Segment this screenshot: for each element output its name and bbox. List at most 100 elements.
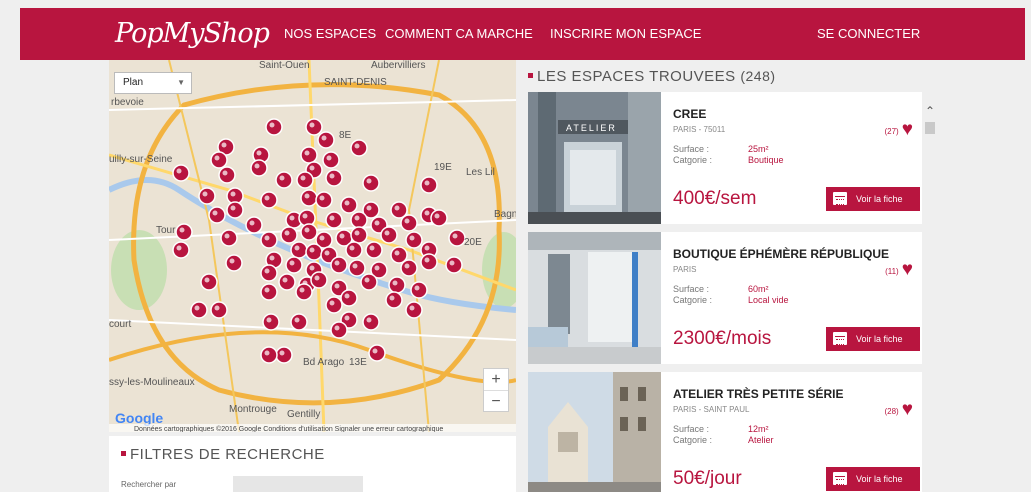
map-marker[interactable] [290, 313, 308, 331]
listing-title[interactable]: ATELIER TRÈS PETITE SÉRIE [673, 387, 843, 401]
map-marker[interactable] [365, 241, 383, 259]
map-marker[interactable] [350, 139, 368, 157]
listing-title[interactable]: CREE [673, 107, 706, 121]
map-marker[interactable] [430, 209, 448, 227]
map-marker[interactable] [300, 189, 318, 207]
zoom-in-button[interactable]: + [484, 369, 508, 390]
map-marker[interactable] [350, 211, 368, 229]
map-marker[interactable] [385, 291, 403, 309]
listing-title[interactable]: BOUTIQUE ÉPHÉMÈRE RÉPUBLIQUE [673, 247, 889, 261]
map-marker[interactable] [322, 151, 340, 169]
map-marker[interactable] [260, 346, 278, 364]
map-marker[interactable] [340, 289, 358, 307]
map-marker[interactable] [200, 273, 218, 291]
map-marker[interactable] [260, 231, 278, 249]
listing-card[interactable]: ATELIER TRÈS PETITE SÉRIE PARIS - SAINT … [528, 372, 922, 492]
listing-photo[interactable] [528, 232, 661, 364]
zoom-out-button[interactable]: − [484, 391, 508, 412]
map-marker[interactable] [218, 166, 236, 184]
heart-icon[interactable]: ♥ [902, 399, 913, 420]
map-marker[interactable] [315, 191, 333, 209]
map-marker[interactable] [325, 211, 343, 229]
map-marker[interactable] [295, 283, 313, 301]
map-marker[interactable] [285, 256, 303, 274]
map-marker[interactable] [345, 241, 363, 259]
map-marker[interactable] [280, 226, 298, 244]
listing-card[interactable]: BOUTIQUE ÉPHÉMÈRE RÉPUBLIQUE PARIS (11) ♥… [528, 232, 922, 364]
map-marker[interactable] [317, 131, 335, 149]
map-marker[interactable] [348, 259, 366, 277]
map-marker[interactable] [172, 164, 190, 182]
map-marker[interactable] [405, 301, 423, 319]
map-marker[interactable] [362, 174, 380, 192]
nav-se-connecter[interactable]: SE CONNECTER [817, 8, 920, 60]
map-marker[interactable] [250, 159, 268, 177]
map-marker[interactable] [305, 118, 323, 136]
scrollbar-thumb[interactable] [925, 122, 935, 134]
map-attribution[interactable]: Données cartographiques ©2016 Google Con… [109, 424, 516, 432]
map-marker[interactable] [290, 241, 308, 259]
map-marker[interactable] [300, 223, 318, 241]
map-marker[interactable] [410, 281, 428, 299]
scroll-up-icon[interactable]: ⌃ [923, 104, 937, 118]
map-marker[interactable] [208, 206, 226, 224]
map-marker[interactable] [325, 296, 343, 314]
nav-comment-ca-marche[interactable]: COMMENT CA MARCHE [385, 8, 533, 60]
map-marker[interactable] [388, 276, 406, 294]
map-marker[interactable] [245, 216, 263, 234]
map-marker[interactable] [260, 191, 278, 209]
listing-card[interactable]: ATELIER CREE PARIS - 75011 (27) ♥ Surface… [528, 92, 922, 224]
likes[interactable]: (11) ♥ [885, 259, 913, 283]
logo[interactable]: PopMyShop [115, 8, 270, 60]
voir-la-fiche-button[interactable]: Voir la fiche [826, 467, 920, 491]
map-marker[interactable] [275, 346, 293, 364]
map-marker[interactable] [210, 151, 228, 169]
heart-icon[interactable]: ♥ [902, 119, 913, 140]
map-marker[interactable] [420, 253, 438, 271]
search-input[interactable] [233, 476, 363, 492]
map-marker[interactable] [420, 176, 438, 194]
map-marker[interactable] [278, 273, 296, 291]
map-marker[interactable] [448, 229, 466, 247]
nav-inscrire-mon-espace[interactable]: INSCRIRE MON ESPACE [550, 8, 701, 60]
map-marker[interactable] [260, 264, 278, 282]
map-marker[interactable] [340, 196, 358, 214]
map-type-select[interactable]: Plan ▼ [114, 72, 192, 94]
map[interactable]: rbevoie uilly-sur-Seine Les Lil Bagn court ss… [109, 60, 516, 432]
nav-nos-espaces[interactable]: NOS ESPACES [284, 8, 376, 60]
voir-la-fiche-button[interactable]: Voir la fiche [826, 187, 920, 211]
heart-icon[interactable]: ♥ [902, 259, 913, 280]
map-marker[interactable] [405, 231, 423, 249]
map-marker[interactable] [305, 243, 323, 261]
map-marker[interactable] [310, 271, 328, 289]
map-marker[interactable] [362, 313, 380, 331]
map-marker[interactable] [190, 301, 208, 319]
likes[interactable]: (27) ♥ [884, 119, 913, 143]
map-marker[interactable] [445, 256, 463, 274]
map-marker[interactable] [225, 254, 243, 272]
map-marker[interactable] [330, 321, 348, 339]
map-marker[interactable] [265, 118, 283, 136]
listing-photo[interactable] [528, 372, 661, 492]
map-marker[interactable] [260, 283, 278, 301]
listing-photo[interactable]: ATELIER [528, 92, 661, 224]
map-marker[interactable] [330, 256, 348, 274]
map-marker[interactable] [198, 187, 216, 205]
likes[interactable]: (28) ♥ [884, 399, 913, 423]
map-marker[interactable] [368, 344, 386, 362]
map-marker[interactable] [325, 169, 343, 187]
map-marker[interactable] [275, 171, 293, 189]
map-marker[interactable] [300, 146, 318, 164]
map-marker[interactable] [175, 223, 193, 241]
map-marker[interactable] [226, 201, 244, 219]
map-marker[interactable] [262, 313, 280, 331]
map-marker[interactable] [380, 226, 398, 244]
map-marker[interactable] [360, 273, 378, 291]
map-marker[interactable] [400, 259, 418, 277]
map-marker[interactable] [220, 229, 238, 247]
map-marker[interactable] [210, 301, 228, 319]
map-marker[interactable] [350, 226, 368, 244]
voir-la-fiche-button[interactable]: Voir la fiche [826, 327, 920, 351]
map-marker[interactable] [296, 171, 314, 189]
map-marker[interactable] [400, 214, 418, 232]
